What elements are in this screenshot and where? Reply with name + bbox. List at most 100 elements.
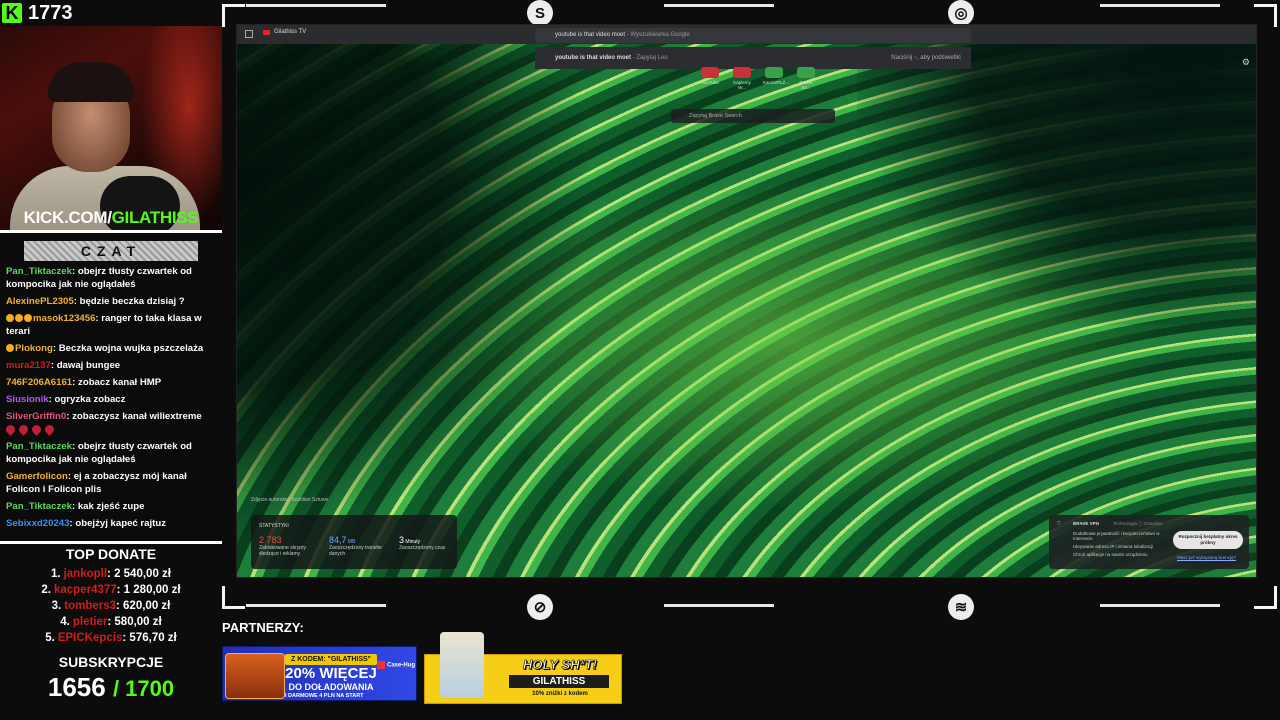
stat-value: 84,7 MB bbox=[329, 535, 391, 545]
chat-username[interactable]: Siusionik bbox=[6, 394, 49, 405]
frame-line bbox=[246, 604, 386, 607]
chat-username[interactable]: 746F206A6161 bbox=[6, 377, 72, 388]
subs-goal: / 1700 bbox=[112, 676, 175, 701]
shortcut-tiles: YouTube Kapiemy W... KaczorPLZ... Psznik St… bbox=[699, 67, 817, 90]
blood-drop-emote-icon bbox=[43, 423, 56, 436]
frame-line bbox=[246, 4, 386, 7]
shortcut-favicon-icon bbox=[701, 67, 719, 78]
shortcut-tile[interactable]: YouTube bbox=[699, 67, 721, 90]
banner2-footer: 10% zniżki z kodem bbox=[532, 691, 588, 697]
chat-username[interactable]: masok123456 bbox=[33, 313, 95, 324]
donate-rank: 4. bbox=[60, 616, 70, 628]
donate-name: EPICKepcis bbox=[57, 632, 123, 644]
casehug-banner[interactable]: Z KODEM: "GILATHISS" 20% WIĘCEJ DO DOŁAD… bbox=[222, 646, 417, 701]
shortcut-tile[interactable]: Psznik Str... bbox=[795, 67, 817, 90]
banner1-sub: DO DOŁADOWANIA bbox=[288, 682, 374, 692]
stat-number: 2 783 bbox=[259, 535, 282, 545]
chat-message: Siusionik: ogryzka zobacz bbox=[6, 393, 216, 406]
chat-message: 746F206A6161: zobacz kanał HMP bbox=[6, 376, 216, 389]
streamer-hair bbox=[48, 62, 134, 102]
emote-icon bbox=[6, 344, 14, 353]
banner2-code: GILATHISS bbox=[509, 675, 609, 688]
casehug-logo-icon bbox=[377, 661, 385, 669]
stat-value: 3 Minuty bbox=[399, 535, 461, 545]
donate-rank: 1. bbox=[51, 568, 61, 580]
product-box-image bbox=[440, 632, 484, 698]
emote-row bbox=[4, 423, 216, 436]
gear-icon[interactable]: ⚙ bbox=[1242, 57, 1250, 68]
chat-username[interactable]: Pan_Tiktaczek bbox=[6, 266, 72, 277]
kick-channel-url: KICK.COM/GILATHISS bbox=[0, 208, 222, 228]
frame-line bbox=[664, 604, 774, 607]
tab-grid-icon[interactable] bbox=[245, 30, 253, 38]
chat-message: masok123456: ranger to taka klasa w tera… bbox=[6, 312, 216, 338]
donate-entry: 3. tombers3: 620,00 zł bbox=[0, 598, 222, 614]
brave-vpn-widget: BRAVE VPN Technologia ⓘ Guardian ⛉ Dodat… bbox=[1049, 515, 1249, 569]
donate-amount: : 1 280,00 zł bbox=[116, 584, 181, 596]
viewer-count-value: 1773 bbox=[28, 1, 73, 24]
brave-search-box[interactable]: Zapytaj Brave Search bbox=[671, 109, 835, 123]
donate-entry: 1. jankopll: 2 540,00 zł bbox=[0, 566, 222, 582]
chat-message: Sebixxd20243: obejżyj kapeć rajtuz bbox=[6, 517, 216, 530]
chat-username[interactable]: Gamerfolicon bbox=[6, 471, 68, 482]
shortcut-label: Kapiemy W... bbox=[733, 80, 751, 90]
donate-name: pletier bbox=[72, 616, 108, 628]
partners-label: PARTNERZY: bbox=[222, 620, 304, 635]
vpn-features: Dodatkowa prywatność i bezpieczeństwo w … bbox=[1073, 531, 1169, 560]
suggestion-hint: Naciśnij ↑, aby podświetlić bbox=[891, 55, 961, 61]
chat-message: Plokong: Beczka wojna wujka pszczelaża bbox=[6, 342, 216, 355]
stat-value: 2 783 bbox=[259, 535, 321, 545]
shortcut-tile[interactable]: Kapiemy W... bbox=[731, 67, 753, 90]
chat-username[interactable]: Pan_Tiktaczek bbox=[6, 441, 72, 452]
banner1-headline: 20% WIĘCEJ bbox=[285, 665, 377, 682]
emote-icon bbox=[15, 314, 23, 323]
omnibox-suggestion[interactable]: youtube is that video moet - Zapytaj Leo… bbox=[535, 47, 971, 69]
chat-text: obejżyj kapeć rajtuz bbox=[75, 518, 166, 529]
subs-title: SUBSKRYPCJE bbox=[58, 654, 164, 670]
vpn-license-link[interactable]: Masz już wykupioną licencję? bbox=[1177, 555, 1236, 560]
chat-message: Gamerfolicon: ej a zobaczysz mój kanał F… bbox=[6, 470, 216, 496]
chat-username[interactable]: Sebixxd20243 bbox=[6, 518, 69, 529]
frame-line bbox=[1100, 4, 1220, 7]
stat-label: Zaoszczędzony czas bbox=[399, 545, 446, 551]
shortcut-tile[interactable]: KaczorPLZ... bbox=[763, 67, 789, 90]
chat-username[interactable]: Plokong bbox=[15, 343, 53, 354]
donate-amount: : 576,70 zł bbox=[122, 632, 177, 644]
suggestion-text: youtube is that video moet bbox=[555, 55, 632, 61]
wallpaper-shadow bbox=[237, 25, 597, 545]
captured-browser-screen: Gilathiss TV youtube is that video moet … bbox=[236, 24, 1257, 578]
vpn-title: BRAVE VPN bbox=[1073, 521, 1099, 526]
browser-tab[interactable]: Gilathiss TV bbox=[263, 29, 306, 35]
casehug-logo: Case-Hug bbox=[377, 661, 415, 669]
frame-corner-bl bbox=[222, 586, 245, 609]
chat-text: zobaczysz kanał wiliextreme bbox=[72, 411, 202, 422]
frame-line bbox=[664, 4, 774, 7]
donate-amount: : 620,00 zł bbox=[116, 600, 171, 612]
chat-text: zobacz kanał HMP bbox=[78, 377, 162, 388]
treasure-chest-image bbox=[225, 653, 285, 699]
banner2-headline: HOLY SH*T! bbox=[523, 657, 598, 673]
chat-message: Pan_Tiktaczek: kak zjeść zupe bbox=[6, 500, 216, 513]
kick-logo-icon: K bbox=[2, 3, 22, 23]
chat-username[interactable]: mura2137 bbox=[6, 360, 51, 371]
banner1-code: Z KODEM: "GILATHISS" bbox=[285, 654, 377, 665]
stat-label: Zaoszczędzony transfer danych bbox=[329, 545, 383, 557]
vpn-trial-button[interactable]: Rozpocznij bezpłatny okres próbny bbox=[1173, 531, 1243, 549]
chat-username[interactable]: AlexinePL2305 bbox=[6, 296, 74, 307]
donate-name: kacper4377 bbox=[53, 584, 117, 596]
address-bar-text: youtube is that video moet bbox=[555, 32, 626, 38]
address-bar-suffix: - Wyszukiwarka Google bbox=[625, 32, 690, 38]
shortcut-favicon-icon bbox=[733, 67, 751, 78]
top-donate-title: TOP DONATE bbox=[65, 546, 157, 562]
chat-message: Pan_Tiktaczek: obejrz tłusty czwartek od… bbox=[6, 440, 216, 466]
photo-credit: Zdjęcie autorstwa Bastilian Sztuwe bbox=[251, 497, 329, 503]
donate-rank: 5. bbox=[45, 632, 55, 644]
chat-text: ogryzka zobacz bbox=[54, 394, 126, 405]
donate-name: jankopll bbox=[63, 568, 108, 580]
chat-username[interactable]: Pan_Tiktaczek bbox=[6, 501, 72, 512]
shortcut-favicon-icon bbox=[797, 67, 815, 78]
chat-username[interactable]: SilverGriffin0 bbox=[6, 411, 66, 422]
stat-item: 2 783 Zablokowane skrypty śledzące i rekl… bbox=[259, 535, 321, 557]
address-bar[interactable]: youtube is that video moet - Wyszukiwark… bbox=[535, 28, 971, 43]
chat-title: CZAT bbox=[24, 241, 198, 261]
